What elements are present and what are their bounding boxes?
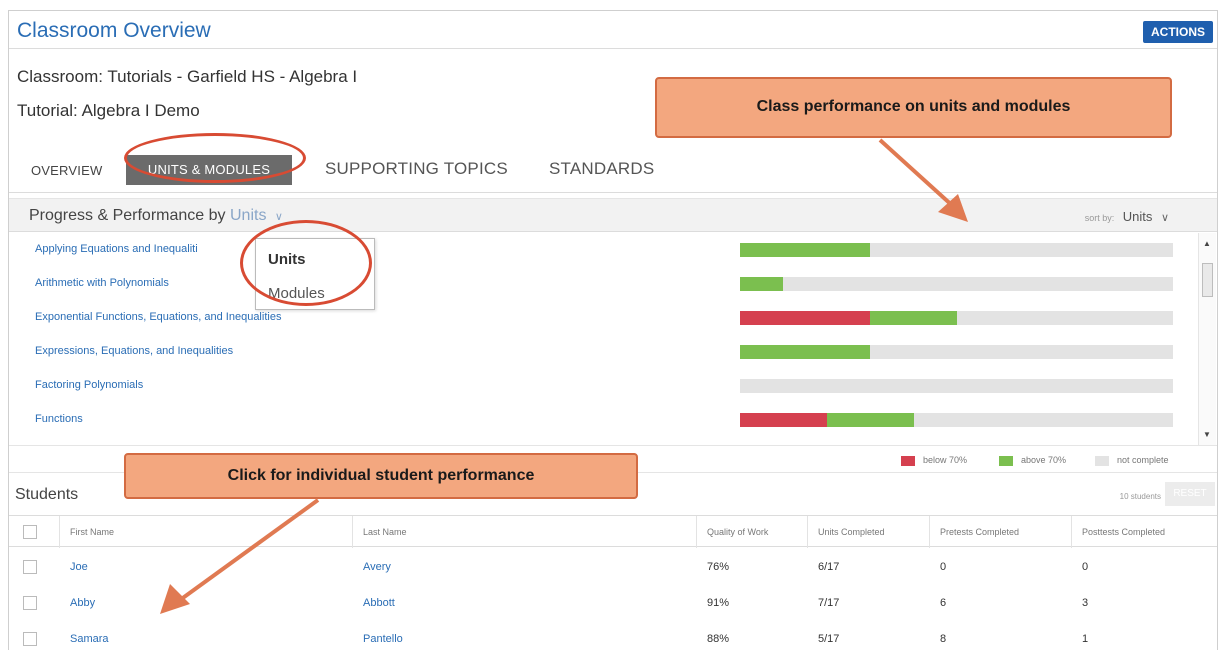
mode-selector[interactable]: Units (230, 207, 266, 224)
student-quality-of-work: 91% (707, 597, 730, 609)
unit-name-link[interactable]: Arithmetic with Polynomials (35, 277, 169, 289)
progress-header: Progress & Performance by Units ∨ sort b… (9, 198, 1217, 232)
bar-segment-above-70 (740, 277, 783, 291)
classroom-name: Classroom: Tutorials - Garfield HS - Alg… (17, 67, 358, 86)
sort-label: sort by: (1084, 213, 1115, 223)
tab-bar: OVERVIEW UNITS & MODULES SUPPORTING TOPI… (9, 147, 1217, 193)
legend-below: below 70% (901, 455, 967, 466)
progress-bar (740, 413, 1173, 427)
table-row[interactable]: Joe Avery 76% 6/17 0 0 (9, 549, 1217, 585)
unit-name-link[interactable]: Expressions, Equations, and Inequalities (35, 345, 233, 357)
student-pretests-completed: 8 (940, 633, 947, 645)
scroll-thumb[interactable] (1202, 263, 1213, 297)
triangle-down-icon[interactable]: ▼ (1203, 430, 1211, 439)
bar-segment-below-70 (740, 311, 870, 325)
tab-standards[interactable]: STANDARDS (549, 159, 654, 179)
dropdown-option-modules[interactable]: Modules (268, 285, 325, 302)
tab-supporting-topics[interactable]: SUPPORTING TOPICS (325, 159, 508, 179)
page-title: Classroom Overview (17, 19, 211, 42)
student-pretests-completed: 6 (940, 597, 947, 609)
legend-above: above 70% (999, 455, 1066, 466)
legend-swatch-above (999, 455, 1013, 466)
students-title: Students (15, 486, 79, 503)
reset-button[interactable]: RESET (1165, 482, 1215, 506)
progress-bar (740, 345, 1173, 359)
column-posttests-completed[interactable]: Posttests Completed (1071, 516, 1165, 548)
student-quality-of-work: 76% (707, 561, 730, 573)
table-header: First Name Last Name Quality of Work Uni… (9, 515, 1217, 548)
student-first-name[interactable]: Samara (70, 633, 109, 645)
callout-student-performance: Click for individual student performance (124, 453, 638, 499)
legend-swatch-below (901, 455, 915, 466)
legend-not-complete: not complete (1095, 455, 1169, 466)
table-row[interactable]: Samara Pantello 88% 5/17 8 1 (9, 621, 1217, 657)
progress-bar (740, 379, 1173, 393)
chevron-down-icon[interactable]: ∨ (1161, 212, 1169, 224)
unit-row: Expressions, Equations, and Inequalities (9, 335, 1199, 369)
dropdown-option-units[interactable]: Units (268, 251, 306, 268)
column-pretests-completed[interactable]: Pretests Completed (929, 516, 1019, 548)
tab-units-modules[interactable]: UNITS & MODULES (126, 155, 292, 185)
column-first-name[interactable]: First Name (59, 516, 114, 548)
bar-segment-above-70 (870, 311, 957, 325)
unit-row: Factoring Polynomials (9, 369, 1199, 403)
progress-bar (740, 277, 1173, 291)
progress-bar (740, 311, 1173, 325)
legend-swatch-not-complete (1095, 455, 1109, 466)
unit-list-scrollbar[interactable]: ▲ ▼ (1198, 233, 1216, 445)
triangle-up-icon[interactable]: ▲ (1203, 239, 1211, 248)
legend-above-label: above 70% (1021, 455, 1067, 465)
tutorial-name: Tutorial: Algebra I Demo (17, 101, 200, 120)
unit-row: Arithmetic with Polynomials (9, 267, 1199, 301)
sort-control[interactable]: sort by: Units ∨ (1085, 209, 1169, 224)
column-units-completed[interactable]: Units Completed (807, 516, 885, 548)
student-last-name[interactable]: Pantello (363, 633, 403, 645)
student-first-name[interactable]: Abby (70, 597, 95, 609)
select-all-checkbox[interactable] (23, 525, 37, 539)
row-checkbox[interactable] (23, 596, 37, 610)
bar-segment-below-70 (740, 413, 827, 427)
unit-name-link[interactable]: Exponential Functions, Equations, and In… (35, 311, 281, 323)
student-posttests-completed: 0 (1082, 561, 1089, 573)
unit-name-link[interactable]: Applying Equations and Inequaliti (35, 243, 198, 255)
title-row: Classroom Overview ACTIONS (9, 11, 1217, 49)
student-posttests-completed: 3 (1082, 597, 1089, 609)
unit-row: Exponential Functions, Equations, and In… (9, 301, 1199, 335)
student-pretests-completed: 0 (940, 561, 947, 573)
actions-button[interactable]: ACTIONS (1143, 21, 1213, 43)
sort-value[interactable]: Units (1123, 209, 1153, 224)
tab-overview[interactable]: OVERVIEW (31, 163, 102, 178)
chevron-down-icon[interactable]: ∨ (275, 210, 283, 223)
row-checkbox[interactable] (23, 560, 37, 574)
student-count: 10 students (1119, 492, 1161, 501)
unit-name-link[interactable]: Functions (35, 413, 83, 425)
legend-not-complete-label: not complete (1117, 455, 1169, 465)
bar-segment-above-70 (740, 345, 870, 359)
student-posttests-completed: 1 (1082, 633, 1089, 645)
unit-list: Applying Equations and Inequaliti Arithme… (9, 233, 1199, 445)
mode-dropdown: Units Modules (255, 238, 375, 310)
unit-row: Functions (9, 403, 1199, 437)
student-last-name[interactable]: Avery (363, 561, 391, 573)
student-last-name[interactable]: Abbott (363, 597, 395, 609)
student-units-completed: 7/17 (818, 597, 840, 609)
bar-segment-above-70 (827, 413, 914, 427)
progress-title-text: Progress & Performance by (29, 207, 226, 224)
column-last-name[interactable]: Last Name (352, 516, 407, 548)
table-row[interactable]: Abby Abbott 91% 7/17 6 3 (9, 585, 1217, 621)
unit-name-link[interactable]: Factoring Polynomials (35, 379, 143, 391)
callout-units-modules: Class performance on units and modules (655, 77, 1172, 138)
progress-title: Progress & Performance by Units ∨ (29, 207, 283, 225)
bar-segment-above-70 (740, 243, 870, 257)
student-units-completed: 6/17 (818, 561, 840, 573)
student-units-completed: 5/17 (818, 633, 840, 645)
student-quality-of-work: 88% (707, 633, 730, 645)
student-first-name[interactable]: Joe (70, 561, 88, 573)
legend-below-label: below 70% (923, 455, 968, 465)
unit-row: Applying Equations and Inequaliti (9, 233, 1199, 267)
column-quality-of-work[interactable]: Quality of Work (696, 516, 768, 548)
progress-bar (740, 243, 1173, 257)
